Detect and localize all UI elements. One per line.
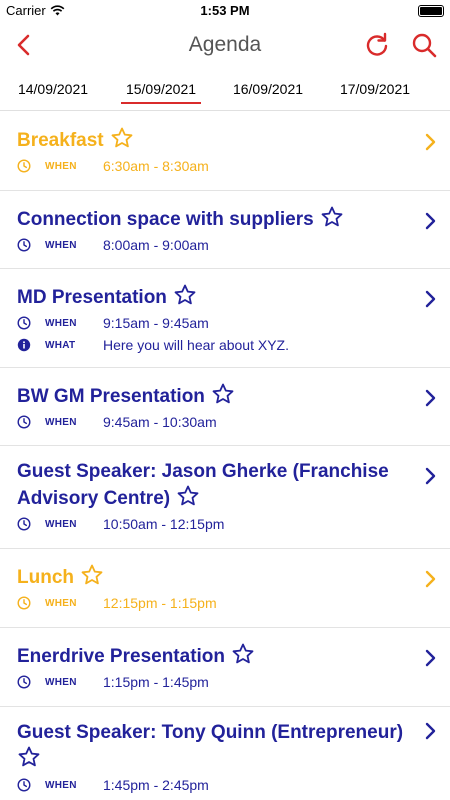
when-row: WHEN 12:15pm - 1:15pm	[17, 594, 410, 612]
chevron-right-icon[interactable]	[422, 132, 438, 152]
when-value: 9:45am - 10:30am	[103, 414, 217, 430]
item-title: Enerdrive Presentation	[17, 646, 226, 667]
nav-bar: Agenda	[0, 22, 450, 68]
agenda-item-lunch[interactable]: Lunch WHEN 12:15pm - 1:15pm	[0, 549, 450, 628]
chevron-right-icon[interactable]	[422, 721, 438, 741]
star-icon[interactable]	[176, 484, 200, 508]
agenda-item-guest-speaker-tony[interactable]: Guest Speaker: Tony Quinn (Entrepreneur)…	[0, 707, 450, 800]
item-title: Breakfast	[17, 130, 104, 151]
when-label: WHEN	[45, 676, 77, 688]
star-icon[interactable]	[110, 126, 134, 150]
when-label: WHEN	[45, 239, 77, 251]
when-row: WHEN 1:15pm - 1:45pm	[17, 673, 410, 691]
active-tab-indicator	[121, 102, 201, 104]
chevron-right-icon[interactable]	[422, 289, 438, 309]
when-label: WHEN	[45, 597, 77, 609]
chevron-right-icon[interactable]	[422, 211, 438, 231]
when-value: 12:15pm - 1:15pm	[103, 595, 217, 611]
when-value: 6:30am - 8:30am	[103, 158, 209, 174]
refresh-icon[interactable]	[363, 31, 391, 59]
agenda-item-breakfast[interactable]: Breakfast WHEN 6:30am - 8:30am	[0, 112, 450, 191]
clock-icon	[17, 517, 31, 531]
item-title-line: Connection space with suppliers	[17, 205, 410, 232]
chevron-right-icon[interactable]	[422, 648, 438, 668]
when-label: WHEN	[45, 317, 77, 329]
what-row: WHAT Here you will hear about XYZ.	[17, 336, 410, 354]
agenda-item-connection-space[interactable]: Connection space with suppliers WHEN 8:0…	[0, 191, 450, 269]
star-icon[interactable]	[80, 563, 104, 587]
when-label: WHEN	[45, 416, 77, 428]
when-value: 1:15pm - 1:45pm	[103, 674, 209, 690]
when-label: WHEN	[45, 160, 77, 172]
tab-date-2[interactable]: 15/09/2021	[111, 81, 211, 97]
item-title: Connection space with suppliers	[17, 209, 314, 230]
item-star-line	[11, 745, 410, 772]
agenda-item-guest-speaker-jason[interactable]: Guest Speaker: Jason Gherke (Franchise A…	[0, 446, 450, 549]
item-title-line: Lunch	[17, 563, 410, 590]
clock-icon	[17, 596, 31, 610]
star-icon[interactable]	[231, 642, 255, 666]
item-title-line-2: Advisory Centre)	[17, 484, 410, 511]
when-value: 9:15am - 9:45am	[103, 315, 209, 331]
tab-date-3[interactable]: 16/09/2021	[218, 81, 318, 97]
star-icon[interactable]	[173, 283, 197, 307]
when-label: WHEN	[45, 779, 77, 791]
agenda-item-enerdrive-presentation[interactable]: Enerdrive Presentation WHEN 1:15pm - 1:4…	[0, 628, 450, 707]
item-title-line: BW GM Presentation	[17, 382, 410, 409]
battery-icon	[418, 5, 444, 17]
tab-date-1[interactable]: 14/09/2021	[3, 81, 103, 97]
item-title: Lunch	[17, 567, 74, 588]
clock-icon	[17, 316, 31, 330]
agenda-item-bw-gm-presentation[interactable]: BW GM Presentation WHEN 9:45am - 10:30am	[0, 368, 450, 446]
when-row: WHEN 6:30am - 8:30am	[17, 157, 410, 175]
item-title-line-1: Guest Speaker: Jason Gherke (Franchise	[17, 461, 389, 482]
clock-icon	[17, 778, 31, 792]
item-title: MD Presentation	[17, 287, 167, 308]
info-icon	[17, 338, 31, 352]
when-row: WHEN 8:00am - 9:00am	[17, 236, 410, 254]
when-row: WHEN 10:50am - 12:15pm	[17, 515, 410, 533]
search-icon[interactable]	[410, 31, 438, 59]
item-title: BW GM Presentation	[17, 386, 205, 407]
agenda-item-md-presentation[interactable]: MD Presentation WHEN 9:15am - 9:45am WHA…	[0, 269, 450, 368]
when-row: WHEN 1:45pm - 2:45pm	[17, 776, 410, 794]
star-icon[interactable]	[17, 745, 41, 769]
agenda-list: Breakfast WHEN 6:30am - 8:30am Connectio…	[0, 112, 450, 800]
clock-icon	[17, 159, 31, 173]
item-title-line: Guest Speaker: Tony Quinn (Entrepreneur)	[17, 721, 424, 745]
star-icon[interactable]	[320, 205, 344, 229]
when-value: 10:50am - 12:15pm	[103, 516, 225, 532]
clock-icon	[17, 675, 31, 689]
when-value: 8:00am - 9:00am	[103, 237, 209, 253]
item-title-line: Enerdrive Presentation	[17, 642, 410, 669]
item-title-line: MD Presentation	[17, 283, 410, 310]
item-title: Guest Speaker: Tony Quinn (Entrepreneur)	[17, 722, 404, 743]
when-row: WHEN 9:15am - 9:45am	[17, 314, 410, 332]
clock-icon	[17, 415, 31, 429]
status-time: 1:53 PM	[200, 3, 250, 18]
when-value: 1:45pm - 2:45pm	[103, 777, 209, 793]
chevron-right-icon[interactable]	[422, 388, 438, 408]
star-icon[interactable]	[211, 382, 235, 406]
item-title: Advisory Centre)	[17, 488, 171, 509]
tab-date-4[interactable]: 17/09/2021	[325, 81, 425, 97]
when-row: WHEN 9:45am - 10:30am	[17, 413, 410, 431]
clock-icon	[17, 238, 31, 252]
what-value: Here you will hear about XYZ.	[103, 337, 289, 353]
date-tabs: 14/09/2021 15/09/2021 16/09/2021 17/09/2…	[0, 68, 450, 111]
what-label: WHAT	[45, 339, 76, 351]
item-title-line: Breakfast	[17, 126, 410, 153]
chevron-right-icon[interactable]	[422, 569, 438, 589]
when-label: WHEN	[45, 518, 77, 530]
status-bar: Carrier 1:53 PM	[0, 0, 450, 22]
chevron-right-icon[interactable]	[422, 466, 438, 486]
